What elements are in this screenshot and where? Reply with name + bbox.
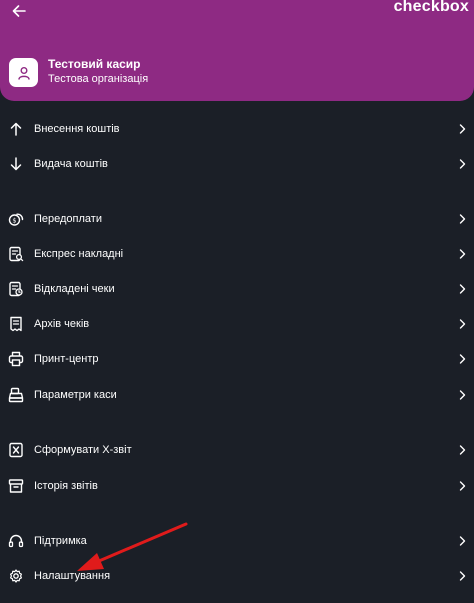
- menu-item-express-invoices[interactable]: Експрес накладні: [0, 240, 474, 268]
- reports-history-icon: [8, 478, 24, 494]
- back-button[interactable]: [8, 2, 30, 20]
- chevron-right-icon: [457, 535, 467, 547]
- cash-register-icon: [8, 387, 24, 403]
- menu-item-label: Видача коштів: [34, 158, 108, 170]
- chevron-right-icon: [457, 318, 467, 330]
- arrow-up-icon: [8, 121, 24, 137]
- menu-item-label: Принт-центр: [34, 353, 99, 365]
- chevron-right-icon: [457, 353, 467, 365]
- app-menu-screen: checkbox Тестовий касир Тестова організа…: [0, 0, 474, 603]
- chevron-right-icon: [457, 213, 467, 225]
- menu-item-register-settings[interactable]: Параметри каси: [0, 381, 474, 409]
- chevron-right-icon: [457, 158, 467, 170]
- profile-header: checkbox Тестовий касир Тестова організа…: [0, 0, 474, 101]
- chevron-right-icon: [457, 480, 467, 492]
- menu-item-label: Сформувати X-звіт: [34, 444, 132, 456]
- headset-icon: [8, 533, 24, 549]
- menu-item-settings[interactable]: Налаштування: [0, 562, 474, 590]
- prepayment-coins-icon: $: [8, 211, 24, 227]
- menu-item-label: Передоплати: [34, 213, 102, 225]
- menu-item-prepayments[interactable]: $ Передоплати: [0, 205, 474, 233]
- menu-item-label: Відкладені чеки: [34, 283, 115, 295]
- menu-item-label: Параметри каси: [34, 389, 117, 401]
- menu-item-label: Експрес накладні: [34, 248, 124, 260]
- menu-item-label: Налаштування: [34, 570, 111, 582]
- chevron-right-icon: [457, 444, 467, 456]
- menu-item-deferred-receipts[interactable]: Відкладені чеки: [0, 275, 474, 303]
- printer-icon: [8, 351, 24, 367]
- svg-text:$: $: [12, 217, 16, 225]
- menu-item-label: Внесення коштів: [34, 123, 120, 135]
- receipt-archive-icon: [8, 316, 24, 332]
- arrow-down-icon: [8, 156, 24, 172]
- menu-item-receipt-archive[interactable]: Архів чеків: [0, 310, 474, 338]
- menu-item-cash-out[interactable]: Видача коштів: [0, 150, 474, 178]
- brand-logo: checkbox: [393, 0, 469, 15]
- chevron-right-icon: [457, 283, 467, 295]
- gear-icon: [8, 568, 24, 584]
- menu-item-cash-in[interactable]: Внесення коштів: [0, 115, 474, 143]
- chevron-right-icon: [457, 123, 467, 135]
- arrow-left-icon: [12, 5, 26, 17]
- menu-item-support[interactable]: Підтримка: [0, 527, 474, 555]
- chevron-right-icon: [457, 248, 467, 260]
- menu-item-label: Історія звітів: [34, 480, 98, 492]
- x-report-icon: [8, 442, 24, 458]
- avatar[interactable]: [9, 58, 38, 87]
- express-invoice-icon: [8, 246, 24, 262]
- organization-name: Тестова організація: [48, 73, 149, 85]
- menu-item-reports-history[interactable]: Історія звітів: [0, 472, 474, 500]
- menu-item-label: Архів чеків: [34, 318, 90, 330]
- chevron-right-icon: [457, 570, 467, 582]
- deferred-receipt-icon: [8, 281, 24, 297]
- menu-item-label: Підтримка: [34, 535, 87, 547]
- cashier-name: Тестовий касир: [48, 57, 141, 71]
- menu-item-print-center[interactable]: Принт-центр: [0, 345, 474, 373]
- chevron-right-icon: [457, 389, 467, 401]
- menu-item-x-report[interactable]: Сформувати X-звіт: [0, 436, 474, 464]
- user-icon: [17, 66, 30, 80]
